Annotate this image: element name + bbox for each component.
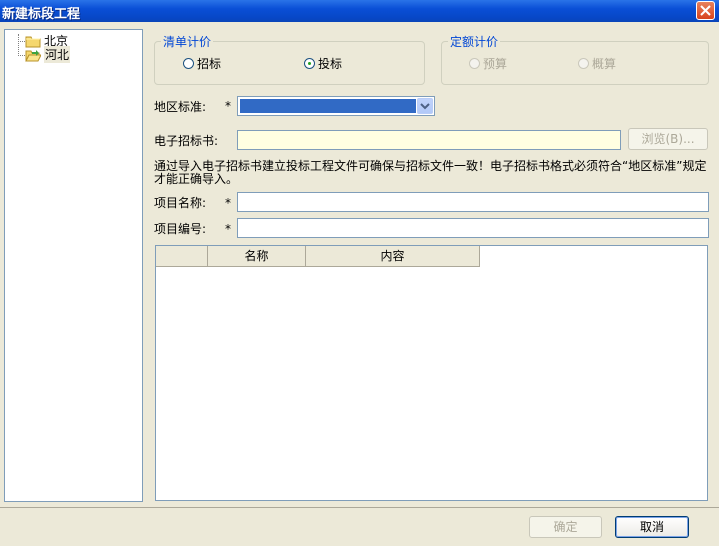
region-tree[interactable]: 北京 河北 [4, 29, 143, 502]
chevron-down-icon [420, 103, 430, 110]
import-note: 通过导入电子招标书建立投标工程文件可确保与招标文件一致！电子招标书格式必须符合“… [154, 159, 707, 186]
project-code-label: 项目编号: [154, 222, 207, 236]
radio-label: 预算 [483, 57, 508, 71]
radio-label: 概算 [592, 57, 617, 71]
tree-connector [18, 34, 19, 56]
close-icon [700, 5, 711, 16]
project-name-input[interactable] [237, 192, 709, 212]
grid-header-name[interactable]: 名称 [208, 246, 306, 267]
grid-header-index [156, 246, 208, 267]
radio-budget[interactable]: 预算 [469, 55, 507, 72]
quota-pricing-legend: 定额计价 [450, 35, 499, 49]
list-pricing-legend: 清单计价 [163, 35, 212, 49]
folder-open-icon [25, 49, 41, 61]
dropdown-button[interactable] [417, 98, 433, 114]
radio-estimate[interactable]: 概算 [578, 55, 616, 72]
required-mark: * [225, 99, 231, 113]
region-standard-label: 地区标准: [154, 100, 207, 114]
required-mark: * [225, 196, 231, 210]
radio-circle [469, 58, 480, 69]
close-button[interactable] [696, 1, 715, 20]
required-mark: * [225, 222, 231, 236]
project-code-input[interactable] [237, 218, 709, 238]
grid-header-content[interactable]: 内容 [306, 246, 480, 267]
window-title: 新建标段工程 [2, 7, 81, 22]
footer-divider [0, 507, 719, 508]
radio-circle [578, 58, 589, 69]
region-standard-select[interactable] [237, 96, 435, 116]
radio-circle [304, 58, 315, 69]
tree-connector [18, 41, 25, 42]
ebid-label: 电子招标书: [154, 134, 219, 148]
tree-item-hebei[interactable]: 河北 [25, 46, 71, 63]
radio-label: 投标 [318, 57, 343, 71]
radio-circle [183, 58, 194, 69]
browse-button[interactable]: 浏览(B)... [628, 128, 708, 150]
cancel-button[interactable]: 取消 [615, 516, 689, 538]
tree-item-label: 河北 [44, 46, 71, 63]
ebid-path-input[interactable] [237, 130, 621, 150]
radio-label: 招标 [197, 57, 222, 71]
tree-connector [18, 55, 25, 56]
radio-bid[interactable]: 投标 [304, 55, 342, 72]
region-standard-selection [240, 99, 416, 113]
radio-tender[interactable]: 招标 [183, 55, 221, 72]
folder-icon [25, 36, 41, 47]
ok-button[interactable]: 确定 [529, 516, 602, 538]
project-name-label: 项目名称: [154, 196, 207, 210]
title-bar[interactable]: 新建标段工程 [0, 0, 719, 22]
info-grid[interactable]: 名称 内容 [155, 245, 708, 501]
